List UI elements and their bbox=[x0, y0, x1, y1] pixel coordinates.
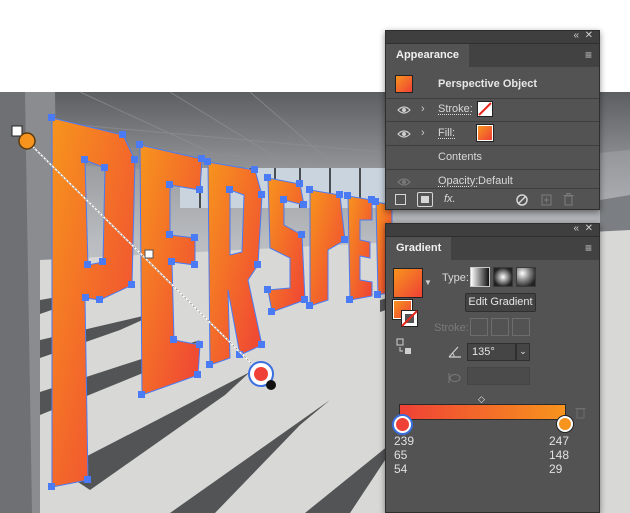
linear-gradient-button[interactable] bbox=[470, 267, 490, 287]
stroke-across-icon bbox=[512, 318, 530, 336]
object-swatch bbox=[395, 75, 413, 93]
opacity-value: Default bbox=[478, 175, 513, 187]
stroke-label[interactable]: Stroke: bbox=[438, 103, 473, 116]
add-stroke-icon[interactable] bbox=[395, 194, 406, 205]
aspect-ratio-icon bbox=[448, 373, 461, 383]
eye-icon[interactable] bbox=[397, 105, 411, 115]
stroke-along-icon bbox=[491, 318, 509, 336]
type-label: Type: bbox=[442, 272, 469, 284]
stop-left-rgb: 239 65 54 bbox=[394, 434, 415, 476]
close-icon[interactable]: ✕ bbox=[585, 223, 593, 235]
angle-input[interactable]: 135° bbox=[467, 343, 516, 361]
panel-menu-icon[interactable]: ≡ bbox=[585, 48, 592, 62]
stroke-swatch[interactable] bbox=[401, 310, 418, 327]
gradient-panel-topbar[interactable]: « ✕ bbox=[386, 223, 599, 237]
stroke-within-icon bbox=[470, 318, 488, 336]
duplicate-item-icon[interactable] bbox=[541, 194, 552, 206]
appearance-panel: « ✕ Appearance ≡ Perspective Object › St… bbox=[385, 30, 600, 210]
annotator-midpoint bbox=[144, 249, 154, 259]
annotator-end-handle bbox=[266, 380, 276, 390]
eye-icon[interactable] bbox=[397, 129, 411, 139]
color-stop-right[interactable] bbox=[557, 416, 573, 432]
gradient-panel: « ✕ Gradient ≡ ▼ Type: Edit Gradient Str… bbox=[385, 223, 600, 513]
contents-label[interactable]: Contents bbox=[438, 151, 482, 164]
delete-item-icon[interactable] bbox=[563, 193, 574, 206]
collapse-icon[interactable]: « bbox=[573, 223, 579, 235]
swatch-dropdown-icon[interactable]: ▼ bbox=[424, 276, 432, 289]
gradient-slider-bar[interactable] bbox=[399, 404, 566, 420]
object-type-label: Perspective Object bbox=[438, 78, 538, 90]
aspect-ratio-input bbox=[467, 367, 530, 385]
gradient-preview-swatch[interactable] bbox=[393, 268, 423, 298]
annotator-start-stop bbox=[18, 132, 36, 150]
expand-stroke-icon[interactable]: › bbox=[421, 103, 425, 116]
color-stop-left[interactable] bbox=[394, 416, 411, 433]
eye-icon[interactable] bbox=[397, 177, 411, 187]
radial-gradient-button[interactable] bbox=[493, 267, 513, 287]
freeform-gradient-button[interactable] bbox=[516, 267, 536, 287]
tab-gradient[interactable]: Gradient bbox=[386, 237, 452, 260]
angle-icon bbox=[448, 346, 461, 358]
angle-dropdown-icon[interactable]: ⌄ bbox=[516, 343, 530, 361]
appearance-panel-topbar[interactable]: « ✕ bbox=[386, 30, 599, 44]
stroke-none-swatch[interactable] bbox=[477, 101, 493, 117]
stop-right-rgb: 247 148 29 bbox=[549, 434, 570, 476]
panel-menu-icon[interactable]: ≡ bbox=[585, 241, 592, 255]
fill-gradient-swatch[interactable] bbox=[476, 124, 494, 142]
reverse-gradient-icon[interactable] bbox=[396, 338, 412, 356]
tab-appearance[interactable]: Appearance bbox=[386, 44, 469, 67]
fill-label[interactable]: Fill: bbox=[438, 127, 455, 140]
edit-gradient-button[interactable]: Edit Gradient bbox=[465, 293, 536, 312]
add-fill-icon[interactable] bbox=[417, 192, 433, 207]
delete-stop-icon bbox=[575, 408, 586, 419]
collapse-icon[interactable]: « bbox=[573, 30, 579, 42]
opacity-label[interactable]: Opacity: bbox=[438, 175, 478, 188]
annotator-origin-handle bbox=[11, 125, 23, 137]
effects-fx-icon[interactable]: fx. bbox=[444, 193, 456, 206]
stroke-options-label: Stroke: bbox=[434, 322, 469, 334]
expand-fill-icon[interactable]: › bbox=[421, 127, 425, 140]
clear-appearance-icon[interactable] bbox=[516, 194, 528, 206]
close-icon[interactable]: ✕ bbox=[585, 30, 593, 42]
